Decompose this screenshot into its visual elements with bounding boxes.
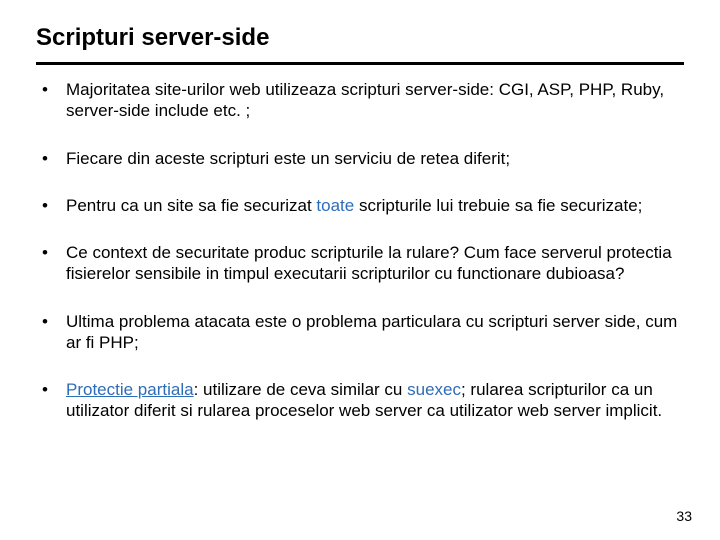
bullet-text: scripturile lui trebuie sa fie securizat… (354, 196, 642, 215)
page-number: 33 (676, 508, 692, 524)
bullet-item: Protectie partiala: utilizare de ceva si… (36, 379, 684, 422)
bullet-item: Ultima problema atacata este o problema … (36, 311, 684, 354)
slide-title: Scripturi server-side (36, 24, 684, 56)
bullet-list: Majoritatea site-urilor web utilizeaza s… (36, 79, 684, 422)
bullet-text: Ce context de securitate produc scriptur… (66, 243, 672, 283)
bullet-item: Ce context de securitate produc scriptur… (36, 242, 684, 285)
bullet-text: Pentru ca un site sa fie securizat (66, 196, 316, 215)
bullet-text: : utilizare de ceva similar cu (194, 380, 408, 399)
title-rule (36, 62, 684, 65)
bullet-text: Majoritatea site-urilor web utilizeaza s… (66, 80, 664, 120)
bullet-link-text: Protectie partiala (66, 380, 194, 399)
bullet-item: Fiecare din aceste scripturi este un ser… (36, 148, 684, 169)
bullet-item: Pentru ca un site sa fie securizat toate… (36, 195, 684, 216)
bullet-item: Majoritatea site-urilor web utilizeaza s… (36, 79, 684, 122)
bullet-text: Ultima problema atacata este o problema … (66, 312, 677, 352)
slide: Scripturi server-side Majoritatea site-u… (0, 0, 720, 540)
bullet-text: Fiecare din aceste scripturi este un ser… (66, 149, 510, 168)
bullet-link-text: suexec (407, 380, 461, 399)
bullet-link-text: toate (316, 196, 354, 215)
